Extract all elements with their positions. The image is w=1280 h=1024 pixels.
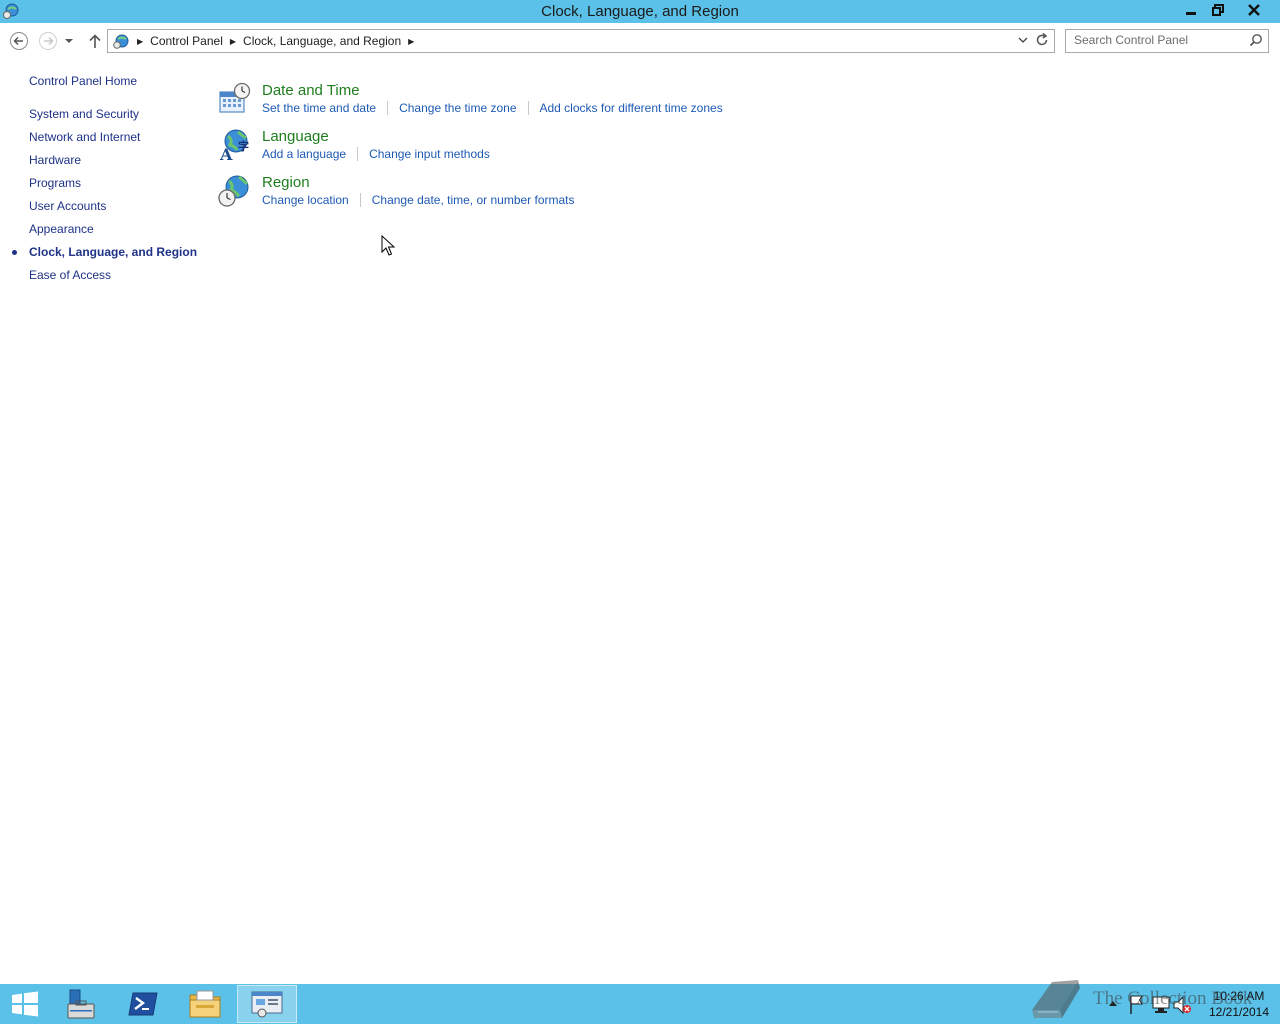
- search-box[interactable]: [1065, 29, 1269, 53]
- book-logo-icon: [1032, 980, 1080, 1018]
- date-time-icon[interactable]: [218, 82, 252, 116]
- taskbar-server-manager[interactable]: [52, 985, 110, 1023]
- region-title[interactable]: Region: [262, 174, 310, 191]
- sidebar-item-programs[interactable]: Programs: [29, 176, 81, 190]
- minimize-button[interactable]: [1177, 0, 1204, 20]
- restore-button[interactable]: [1204, 0, 1231, 20]
- link-divider: [359, 193, 361, 207]
- address-dropdown-icon[interactable]: [1018, 32, 1028, 48]
- server-manager-icon: [67, 989, 95, 1019]
- change-formats-link[interactable]: Change date, time, or number formats: [372, 193, 575, 207]
- language-icon[interactable]: A 字: [218, 128, 252, 162]
- add-language-link[interactable]: Add a language: [262, 147, 346, 161]
- watermark-text: The Collection Book: [1093, 988, 1253, 1009]
- window-title: Clock, Language, and Region: [541, 3, 739, 20]
- watermark: The Collection Book: [1026, 976, 1266, 1024]
- breadcrumb-separator-icon[interactable]: ▶: [407, 37, 415, 46]
- sidebar-item-network-internet[interactable]: Network and Internet: [29, 130, 140, 144]
- minimize-icon: [1185, 12, 1196, 15]
- back-arrow-icon: [10, 32, 28, 50]
- recent-locations-button[interactable]: [62, 31, 76, 51]
- link-divider: [357, 147, 359, 161]
- date-time-title[interactable]: Date and Time: [262, 82, 360, 99]
- sidebar-item-system-security[interactable]: System and Security: [29, 107, 139, 121]
- up-button[interactable]: [85, 31, 105, 51]
- title-bar[interactable]: Clock, Language, and Region: [0, 0, 1280, 23]
- mouse-cursor-icon: [381, 235, 395, 256]
- file-explorer-icon: [189, 990, 221, 1018]
- refresh-icon[interactable]: [1034, 31, 1050, 49]
- svg-text:字: 字: [238, 139, 249, 153]
- forward-arrow-icon: [39, 32, 57, 50]
- change-location-link[interactable]: Change location: [262, 193, 349, 207]
- svg-text:A: A: [219, 145, 233, 162]
- sidebar-item-clock-language-region: Clock, Language, and Region: [29, 245, 198, 259]
- add-clocks-link[interactable]: Add clocks for different time zones: [540, 101, 723, 115]
- control-panel-home-link[interactable]: Control Panel Home: [29, 74, 137, 88]
- change-input-methods-link[interactable]: Change input methods: [369, 147, 490, 161]
- set-time-date-link[interactable]: Set the time and date: [262, 101, 376, 115]
- current-item-bullet: [12, 250, 17, 255]
- breadcrumb-control-panel[interactable]: Control Panel: [144, 34, 229, 48]
- start-button[interactable]: [0, 985, 50, 1023]
- control-panel-location-icon: [113, 34, 129, 49]
- breadcrumb-clock-language-region[interactable]: Clock, Language, and Region: [237, 34, 407, 48]
- taskbar-control-panel[interactable]: [237, 985, 297, 1023]
- breadcrumb-separator-icon[interactable]: ▶: [136, 37, 144, 46]
- navigation-bar: ▶ Control Panel ▶ Clock, Language, and R…: [0, 23, 1280, 59]
- region-icon[interactable]: [218, 174, 252, 208]
- sidebar-item-ease-of-access[interactable]: Ease of Access: [29, 268, 111, 282]
- language-title[interactable]: Language: [262, 128, 329, 145]
- control-panel-taskbar-icon: [251, 991, 283, 1018]
- taskbar-powershell[interactable]: [114, 985, 172, 1023]
- link-divider: [527, 101, 529, 115]
- restore-icon: [1211, 4, 1224, 16]
- close-icon: [1248, 4, 1260, 16]
- search-icon[interactable]: [1249, 33, 1263, 47]
- back-button[interactable]: [9, 31, 29, 51]
- change-time-zone-link[interactable]: Change the time zone: [399, 101, 516, 115]
- sidebar-item-appearance[interactable]: Appearance: [29, 222, 94, 236]
- windows-logo-icon: [12, 991, 38, 1017]
- breadcrumb-separator-icon[interactable]: ▶: [229, 37, 237, 46]
- address-bar[interactable]: ▶ Control Panel ▶ Clock, Language, and R…: [107, 29, 1055, 53]
- link-divider: [387, 101, 389, 115]
- chevron-down-icon: [65, 39, 73, 43]
- sidebar-item-user-accounts[interactable]: User Accounts: [29, 199, 106, 213]
- powershell-icon: [128, 992, 158, 1016]
- search-input[interactable]: [1066, 30, 1252, 50]
- taskbar-file-explorer[interactable]: [176, 985, 234, 1023]
- up-arrow-icon: [89, 34, 101, 48]
- close-button[interactable]: [1231, 0, 1277, 20]
- forward-button[interactable]: [38, 31, 58, 51]
- sidebar-item-hardware[interactable]: Hardware: [29, 153, 81, 167]
